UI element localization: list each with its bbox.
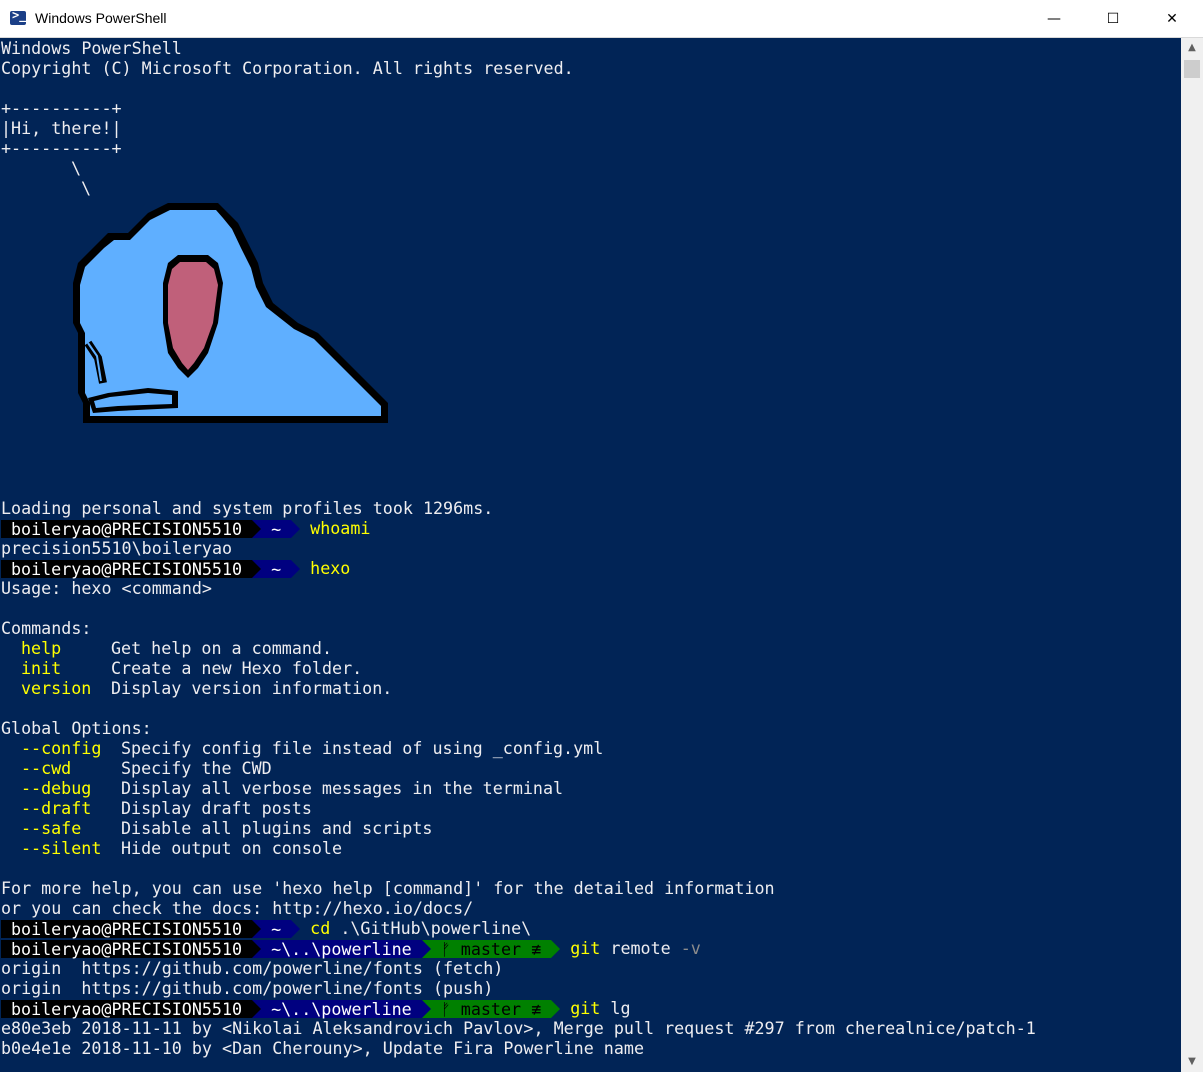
prompt-path-segment: ~ — [261, 519, 292, 538]
prompt-user-segment: boileryao@PRECISION5510 — [1, 559, 253, 578]
docs-hint: or you can check the docs: http://hexo.i… — [1, 898, 474, 918]
scroll-thumb[interactable] — [1184, 60, 1200, 78]
prompt-user-segment: boileryao@PRECISION5510 — [1, 939, 253, 958]
option-name: --safe — [21, 818, 82, 838]
git-log-entry: e80e3eb 2018-11-11 by <Nikolai Aleksandr… — [1, 1018, 1036, 1038]
option-name: --draft — [21, 798, 92, 818]
speech-box-text: |Hi, there!| — [1, 118, 122, 138]
options-header: Global Options: — [1, 718, 152, 738]
command-name: help — [21, 638, 62, 658]
prompt-line: boileryao@PRECISION5510 ~\..\powerline ᚠ m… — [1, 938, 701, 958]
minimize-button[interactable]: — — [1025, 0, 1083, 38]
speech-tail: \ — [71, 158, 82, 178]
command-flag: -v — [680, 938, 701, 958]
powershell-icon: >_ — [10, 8, 26, 25]
banner-title: Windows PowerShell — [1, 38, 182, 58]
option-name: --config — [21, 738, 102, 758]
command-text: hexo — [310, 558, 351, 578]
prompt-user-segment: boileryao@PRECISION5510 — [1, 919, 253, 938]
terminal-output[interactable]: Windows PowerShell Copyright (C) Microso… — [0, 38, 1181, 1072]
prompt-path-segment: ~ — [261, 919, 292, 938]
window-title: Windows PowerShell — [35, 10, 167, 26]
git-log-entry: b0e4e1e 2018-11-10 by <Dan Cherouny>, Up… — [1, 1038, 644, 1058]
speech-box-top: +----------+ — [1, 98, 122, 118]
prompt-user-segment: boileryao@PRECISION5510 — [1, 999, 253, 1018]
prompt-line: boileryao@PRECISION5510 ~\..\powerline ᚠ m… — [1, 998, 631, 1018]
option-desc: Specify the CWD — [121, 758, 272, 778]
command-name: init — [21, 658, 62, 678]
option-desc: Specify config file instead of using _co… — [121, 738, 604, 758]
scroll-up-arrow-icon[interactable]: ▲ — [1181, 38, 1203, 58]
prompt-line: boileryao@PRECISION5510 ~ hexo — [1, 558, 350, 578]
command-arg: lg — [610, 998, 631, 1018]
command-text: git — [570, 938, 601, 958]
command-text: cd — [310, 918, 331, 938]
option-name: --cwd — [21, 758, 72, 778]
command-desc: Create a new Hexo folder. — [111, 658, 363, 678]
whoami-output: precision5510\boileryao — [1, 538, 233, 558]
command-desc: Display version information. — [111, 678, 393, 698]
option-desc: Display draft posts — [121, 798, 312, 818]
option-desc: Disable all plugins and scripts — [121, 818, 433, 838]
option-desc: Display all verbose messages in the term… — [121, 778, 564, 798]
profile-load-time: Loading personal and system profiles too… — [1, 498, 494, 518]
prompt-path-segment: ~ — [261, 559, 292, 578]
command-arg: remote — [610, 938, 671, 958]
hexo-usage: Usage: hexo <command> — [1, 578, 212, 598]
prompt-path-segment: ~\..\powerline — [261, 999, 422, 1018]
prompt-git-segment: ᚠ master ≢ — [430, 999, 552, 1018]
remote-fetch: origin https://github.com/powerline/font… — [1, 958, 504, 978]
remote-push: origin https://github.com/powerline/font… — [1, 978, 494, 998]
vertical-scrollbar[interactable]: ▲ ▼ — [1181, 38, 1203, 1072]
help-hint: For more help, you can use 'hexo help [c… — [1, 878, 775, 898]
option-name: --debug — [21, 778, 92, 798]
command-desc: Get help on a command. — [111, 638, 333, 658]
prompt-git-segment: ᚠ master ≢ — [430, 939, 552, 958]
banner-copyright: Copyright (C) Microsoft Corporation. All… — [1, 58, 574, 78]
option-desc: Hide output on console — [121, 838, 343, 858]
prompt-user-segment: boileryao@PRECISION5510 — [1, 519, 253, 538]
parrot-ascii-art — [73, 203, 388, 423]
close-button[interactable]: ✕ — [1143, 0, 1201, 38]
option-name: --silent — [21, 838, 102, 858]
command-text: whoami — [310, 518, 371, 538]
title-bar: >_ Windows PowerShell — ☐ ✕ — [0, 0, 1203, 38]
speech-box-bottom: +----------+ — [1, 138, 122, 158]
command-arg: .\GitHub\powerline\ — [340, 918, 532, 938]
prompt-line: boileryao@PRECISION5510 ~ cd .\GitHub\pow… — [1, 918, 531, 938]
maximize-button[interactable]: ☐ — [1084, 0, 1142, 38]
prompt-line: boileryao@PRECISION5510 ~ whoami — [1, 518, 370, 538]
command-text: git — [570, 998, 601, 1018]
scroll-down-arrow-icon[interactable]: ▼ — [1181, 1052, 1203, 1072]
commands-header: Commands: — [1, 618, 92, 638]
command-name: version — [21, 678, 92, 698]
prompt-path-segment: ~\..\powerline — [261, 939, 422, 958]
